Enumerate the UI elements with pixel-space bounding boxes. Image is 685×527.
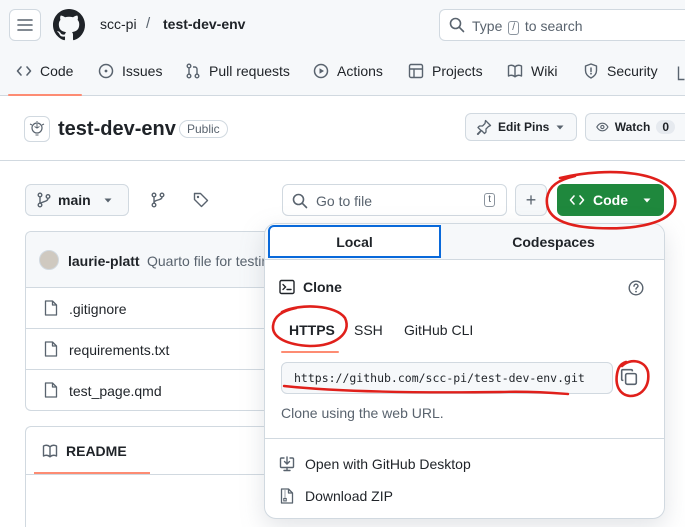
code-icon	[16, 66, 32, 76]
git-pull-request-icon	[186, 63, 200, 79]
tab-actions[interactable]: Actions	[313, 63, 383, 79]
popover-divider	[265, 438, 664, 439]
book-icon	[42, 444, 58, 458]
readme-tab[interactable]: README	[42, 443, 127, 459]
tab-issues[interactable]: Issues	[98, 63, 162, 79]
tab-wiki[interactable]: Wiki	[507, 63, 557, 79]
pin-icon	[476, 119, 492, 135]
latest-commit-row: laurie-platt Quarto file for testing	[26, 232, 277, 288]
code-icon	[569, 195, 585, 205]
breadcrumb-repo[interactable]: test-dev-env	[163, 16, 245, 32]
commit-author[interactable]: laurie-platt	[68, 253, 140, 269]
breadcrumb-separator: /	[146, 15, 151, 32]
triangle-down-icon	[556, 125, 564, 130]
book-icon	[507, 64, 523, 78]
search-placeholder: Type / to search	[472, 18, 583, 35]
file-icon	[44, 382, 58, 398]
file-icon	[44, 341, 58, 357]
breadcrumb-owner[interactable]: scc-pi	[100, 16, 137, 32]
tab-codespaces[interactable]: Codespaces	[441, 224, 664, 260]
protocol-github-cli-tab[interactable]: GitHub CLI	[404, 322, 473, 338]
repo-owner-avatar[interactable]	[24, 116, 50, 142]
branch-select-button[interactable]: main	[25, 184, 129, 216]
github-logo-icon[interactable]	[53, 9, 85, 41]
global-search-input[interactable]: Type / to search	[439, 9, 685, 41]
hamburger-menu-button[interactable]	[9, 9, 41, 41]
clone-popover: Local Codespaces Clone HTTPS SSH GitHub …	[264, 223, 665, 519]
play-icon	[313, 63, 329, 79]
protocol-active-underline	[281, 351, 339, 353]
commit-author-avatar[interactable]	[39, 250, 59, 270]
edit-pins-button[interactable]: Edit Pins	[465, 113, 577, 141]
clone-url-value: https://github.com/scc-pi/test-dev-env.g…	[294, 371, 585, 385]
issue-opened-icon	[98, 63, 114, 79]
header-divider	[0, 160, 685, 161]
three-bars-icon	[17, 19, 33, 31]
add-file-button[interactable]: +	[515, 184, 547, 216]
readme-panel: README	[25, 426, 276, 527]
tab-code[interactable]: Code	[16, 63, 73, 79]
file-name[interactable]: test_page.qmd	[69, 383, 162, 399]
file-row[interactable]: .gitignore	[26, 288, 276, 329]
repo-title-row: test-dev-env Public	[0, 112, 685, 160]
desktop-download-icon	[279, 456, 295, 472]
watch-button[interactable]: Watch 0	[585, 113, 685, 141]
terminal-icon	[279, 279, 295, 295]
readme-divider	[26, 474, 276, 475]
search-icon	[292, 193, 308, 209]
repo-name[interactable]: test-dev-env	[58, 118, 176, 141]
file-list: laurie-platt Quarto file for testing .gi…	[25, 231, 277, 411]
search-icon	[449, 17, 465, 33]
search-shortcut-key: /	[508, 21, 520, 35]
clone-url-input[interactable]: https://github.com/scc-pi/test-dev-env.g…	[281, 362, 613, 394]
file-row[interactable]: test_page.qmd	[26, 370, 276, 411]
open-github-desktop-item[interactable]: Open with GitHub Desktop	[279, 456, 471, 472]
go-to-file-shortcut-key: t	[484, 193, 495, 207]
download-zip-item[interactable]: Download ZIP	[279, 488, 393, 504]
git-branch-icon	[37, 192, 51, 208]
watch-count: 0	[656, 120, 675, 134]
branches-icon[interactable]	[150, 192, 166, 208]
tab-security[interactable]: Security	[583, 63, 658, 79]
global-header: scc-pi / test-dev-env Type / to search C…	[0, 0, 685, 96]
clone-tabs: Local Codespaces	[265, 224, 664, 260]
visibility-badge: Public	[179, 120, 228, 138]
plus-icon: +	[525, 189, 537, 210]
go-to-file-input[interactable]: Go to file t	[282, 184, 507, 216]
triangle-down-icon	[643, 198, 651, 203]
clone-heading: Clone	[279, 279, 342, 295]
file-icon	[44, 300, 58, 316]
question-icon[interactable]	[628, 280, 644, 296]
active-tab-underline	[8, 94, 82, 96]
tag-icon[interactable]	[193, 192, 209, 208]
protocol-ssh-tab[interactable]: SSH	[354, 322, 383, 338]
lightbulb-avatar-icon	[29, 121, 45, 136]
copy-icon[interactable]	[620, 368, 638, 386]
commit-message[interactable]: Quarto file for testing	[147, 253, 277, 269]
triangle-down-icon	[104, 198, 112, 203]
go-to-file-placeholder: Go to file	[316, 193, 373, 209]
table-icon	[408, 63, 424, 79]
file-zip-icon	[280, 488, 294, 504]
protocol-https-tab[interactable]: HTTPS	[289, 322, 335, 338]
clone-help-text: Clone using the web URL.	[281, 405, 444, 421]
tab-projects[interactable]: Projects	[408, 63, 483, 79]
eye-icon	[596, 122, 609, 132]
shield-icon	[584, 63, 598, 79]
file-name[interactable]: .gitignore	[69, 301, 127, 317]
tab-pull-requests[interactable]: Pull requests	[185, 63, 290, 79]
tab-local[interactable]: Local	[268, 225, 441, 258]
file-row[interactable]: requirements.txt	[26, 329, 276, 370]
file-name[interactable]: requirements.txt	[69, 342, 169, 358]
graph-icon[interactable]	[677, 65, 685, 81]
code-dropdown-button[interactable]: Code	[557, 184, 664, 216]
